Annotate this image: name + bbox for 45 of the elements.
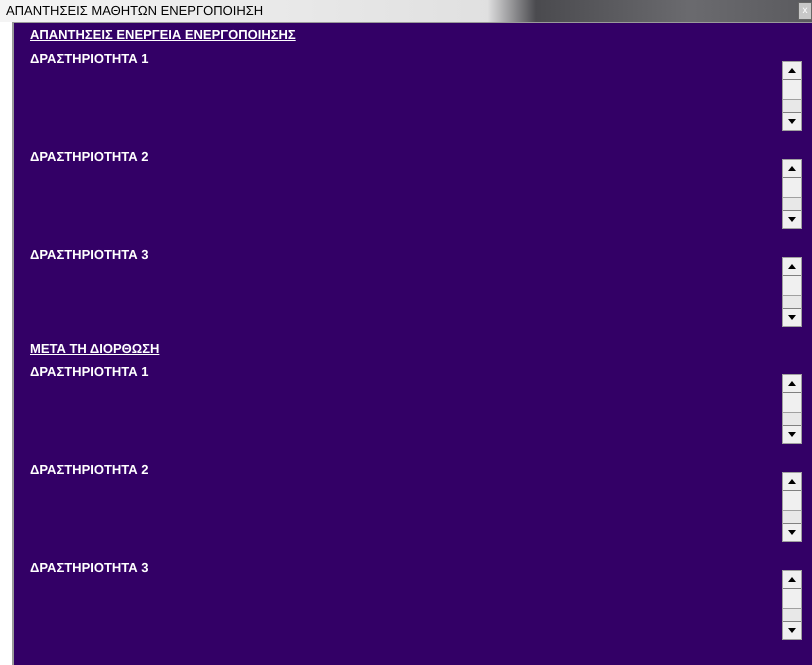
- scroll-up-button[interactable]: [783, 473, 801, 491]
- scroll-up-button[interactable]: [783, 160, 801, 178]
- scroll-thumb[interactable]: [783, 589, 801, 609]
- up-arrow-icon: [788, 577, 796, 582]
- scroll-up-button[interactable]: [783, 62, 801, 80]
- section-heading: ΑΠΑΝΤΗΣΕΙΣ ΕΝΕΡΓΕΙΑ ΕΝΕΡΓΟΠΟΙΗΣΗΣ: [30, 26, 296, 44]
- scroll-bar[interactable]: [782, 158, 802, 228]
- up-arrow-icon: [788, 479, 796, 484]
- scroll-up-button[interactable]: [783, 571, 801, 589]
- scroll-down-button[interactable]: [783, 308, 801, 326]
- up-arrow-icon: [788, 166, 796, 170]
- activity-label: ΔΡΑΣΤΗΡΙΟΤΗΤΑ 3: [30, 246, 148, 264]
- scroll-bar[interactable]: [782, 256, 802, 326]
- scroll-thumb[interactable]: [783, 393, 801, 413]
- scroll-up-button[interactable]: [783, 258, 801, 276]
- activity-label: ΔΡΑΣΤΗΡΙΟΤΗΤΑ 1: [30, 50, 148, 68]
- scroll-thumb[interactable]: [783, 80, 801, 100]
- activity-label: ΔΡΑΣΤΗΡΙΟΤΗΤΑ 3: [30, 559, 148, 577]
- scroll-bar[interactable]: [782, 374, 802, 444]
- scroll-bar[interactable]: [782, 472, 802, 542]
- down-arrow-icon: [788, 314, 796, 320]
- down-arrow-icon: [788, 118, 796, 124]
- scroll-thumb[interactable]: [783, 491, 801, 511]
- up-arrow-icon: [788, 381, 796, 386]
- scroll-down-button[interactable]: [783, 112, 801, 130]
- activity-label: ΔΡΑΣΤΗΡΙΟΤΗΤΑ 1: [30, 363, 148, 381]
- up-arrow-icon: [788, 68, 796, 72]
- scroll-thumb[interactable]: [783, 276, 801, 296]
- down-arrow-icon: [788, 530, 796, 535]
- scroll-down-button[interactable]: [783, 425, 801, 443]
- scroll-thumb[interactable]: [783, 178, 801, 198]
- down-arrow-icon: [788, 628, 796, 633]
- scroll-down-button[interactable]: [783, 523, 801, 541]
- section-heading: ΜΕΤΑ ΤΗ ΔΙΟΡΘΩΣΗ: [30, 340, 160, 358]
- scroll-down-button[interactable]: [783, 210, 801, 228]
- activity-label: ΔΡΑΣΤΗΡΙΟΤΗΤΑ 2: [30, 148, 148, 166]
- scroll-bar[interactable]: [782, 60, 802, 130]
- activity-label: ΔΡΑΣΤΗΡΙΟΤΗΤΑ 2: [30, 461, 148, 479]
- up-arrow-icon: [788, 264, 796, 268]
- window-title: ΑΠΑΝΤΗΣΕΙΣ ΜΑΘΗΤΩΝ ΕΝΕΡΓΟΠΟΙΗΣΗ: [6, 2, 264, 20]
- scroll-down-button[interactable]: [783, 621, 801, 639]
- down-arrow-icon: [788, 216, 796, 222]
- down-arrow-icon: [788, 432, 796, 437]
- scroll-bar[interactable]: [782, 570, 802, 640]
- scroll-up-button[interactable]: [783, 375, 801, 393]
